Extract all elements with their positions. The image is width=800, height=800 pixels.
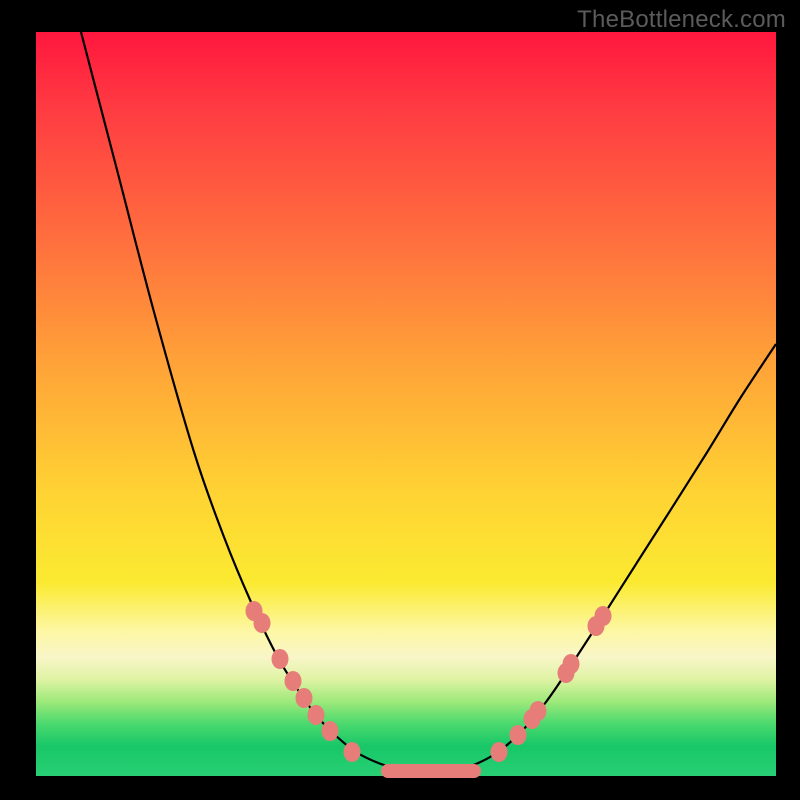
- chart-frame: TheBottleneck.com: [0, 0, 800, 800]
- minimum-flat-bar: [381, 764, 481, 778]
- data-point-bead: [344, 742, 361, 762]
- data-point-bead: [308, 705, 325, 725]
- data-point-bead: [272, 649, 289, 669]
- data-point-bead: [322, 721, 339, 741]
- bottleneck-curve-svg: [36, 32, 776, 776]
- data-point-bead: [563, 654, 580, 674]
- watermark-text: TheBottleneck.com: [577, 6, 786, 34]
- beads-right-group: [491, 606, 612, 762]
- data-point-bead: [491, 742, 508, 762]
- beads-left-group: [246, 601, 361, 762]
- data-point-bead: [530, 701, 547, 721]
- curve-left: [81, 32, 404, 770]
- plot-area: [36, 32, 776, 776]
- data-point-bead: [254, 613, 271, 633]
- data-point-bead: [595, 606, 612, 626]
- curve-right: [456, 344, 776, 770]
- data-point-bead: [510, 725, 527, 745]
- data-point-bead: [285, 671, 302, 691]
- data-point-bead: [296, 688, 313, 708]
